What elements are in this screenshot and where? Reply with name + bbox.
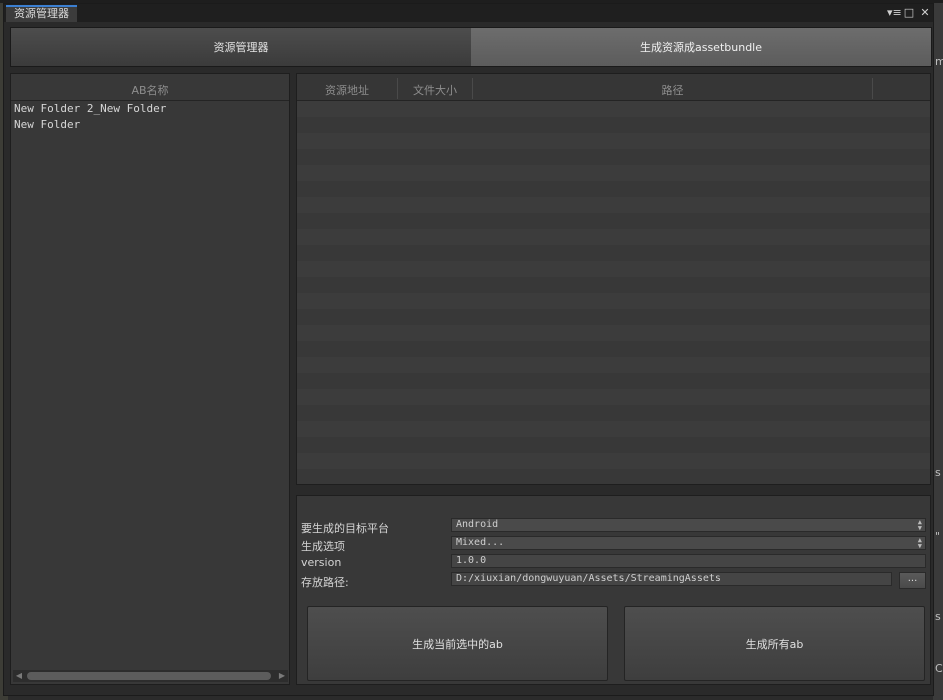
- table-row: [297, 453, 930, 469]
- table-row: [297, 229, 930, 245]
- asset-table-header: 资源地址 文件大小 路径: [297, 74, 930, 101]
- column-header-asset-address[interactable]: 资源地址: [297, 82, 397, 98]
- column-divider[interactable]: [872, 78, 873, 99]
- table-row: [297, 165, 930, 181]
- column-header-file-size[interactable]: 文件大小: [398, 82, 472, 98]
- background-text: s: [935, 466, 941, 479]
- table-row: [297, 357, 930, 373]
- build-options-dropdown[interactable]: Mixed... ▲ ▼: [451, 536, 926, 550]
- tab-build-assetbundle[interactable]: 生成资源成assetbundle: [471, 28, 931, 66]
- list-item[interactable]: New Folder: [11, 117, 289, 133]
- horizontal-scrollbar[interactable]: ◀ ▶: [13, 670, 288, 682]
- dropdown-arrows-icon: ▲ ▼: [917, 518, 922, 532]
- table-row: [297, 389, 930, 405]
- browse-path-button[interactable]: ...: [899, 572, 926, 589]
- table-row: [297, 373, 930, 389]
- build-selected-ab-button[interactable]: 生成当前选中的ab: [307, 606, 608, 681]
- table-row: [297, 197, 930, 213]
- target-platform-value: Android: [456, 519, 499, 530]
- ab-name-header[interactable]: AB名称: [11, 74, 289, 101]
- asset-table: 资源地址 文件大小 路径: [296, 73, 931, 485]
- scroll-left-icon[interactable]: ◀: [13, 670, 25, 682]
- table-row: [297, 293, 930, 309]
- menu-icon[interactable]: ▾≡: [887, 5, 902, 21]
- build-settings-panel: 要生成的目标平台 Android ▲ ▼ 生成选项 Mixed... ▲ ▼ ver…: [296, 495, 931, 685]
- target-platform-label: 要生成的目标平台: [301, 522, 389, 535]
- table-row: [297, 261, 930, 277]
- editor-background-right: [933, 3, 943, 700]
- main-tabs: 资源管理器 生成资源成assetbundle: [10, 27, 932, 67]
- table-row: [297, 437, 930, 453]
- maximize-icon[interactable]: □: [903, 5, 915, 21]
- window-controls: ▾≡ □ ✕: [887, 5, 931, 21]
- tab-asset-manager[interactable]: 资源管理器: [11, 28, 471, 66]
- background-text: m: [935, 55, 943, 68]
- table-row: [297, 421, 930, 437]
- column-header-path[interactable]: 路径: [473, 82, 872, 98]
- table-row: [297, 245, 930, 261]
- table-row: [297, 325, 930, 341]
- table-row: [297, 181, 930, 197]
- table-row: [297, 213, 930, 229]
- table-row: [297, 117, 930, 133]
- table-row: [297, 277, 930, 293]
- dropdown-arrows-icon: ▲ ▼: [917, 536, 922, 550]
- close-icon[interactable]: ✕: [919, 5, 931, 21]
- background-text: ": [935, 530, 941, 543]
- table-row: [297, 405, 930, 421]
- list-item[interactable]: New Folder 2_New Folder: [11, 101, 289, 117]
- output-path-label: 存放路径:: [301, 576, 349, 589]
- version-label: version: [301, 556, 342, 569]
- window-title-tab[interactable]: 资源管理器: [6, 5, 77, 22]
- asset-manager-window: 资源管理器 ▾≡ □ ✕ 资源管理器 生成资源成assetbundle AB名称…: [3, 3, 934, 696]
- build-all-ab-button[interactable]: 生成所有ab: [624, 606, 925, 681]
- scrollbar-thumb[interactable]: [27, 672, 271, 680]
- ab-name-list: AB名称 New Folder 2_New Folder New Folder …: [10, 73, 290, 685]
- scroll-right-icon[interactable]: ▶: [276, 670, 288, 682]
- window-titlebar: 资源管理器 ▾≡ □ ✕: [4, 4, 933, 22]
- table-row: [297, 469, 930, 484]
- table-row: [297, 341, 930, 357]
- build-options-label: 生成选项: [301, 540, 345, 553]
- table-row: [297, 149, 930, 165]
- table-row: [297, 101, 930, 117]
- background-text: s: [935, 610, 941, 623]
- version-field[interactable]: 1.0.0: [451, 554, 926, 568]
- background-text: C: [935, 662, 943, 675]
- table-row: [297, 309, 930, 325]
- asset-table-body: [297, 101, 930, 484]
- output-path-field[interactable]: D:/xiuxian/dongwuyuan/Assets/StreamingAs…: [451, 572, 892, 586]
- target-platform-dropdown[interactable]: Android ▲ ▼: [451, 518, 926, 532]
- build-options-value: Mixed...: [456, 537, 505, 548]
- table-row: [297, 133, 930, 149]
